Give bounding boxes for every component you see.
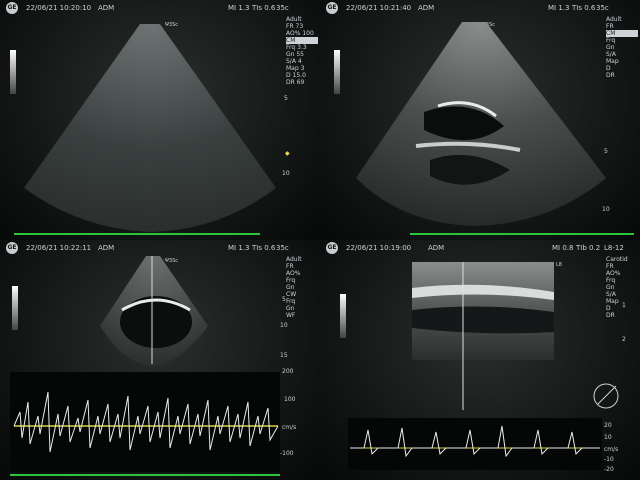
depth-label: 5 xyxy=(604,148,608,155)
heart-chamber xyxy=(120,296,192,348)
ultrasound-sector xyxy=(24,24,276,232)
status-line xyxy=(10,474,280,476)
status-line xyxy=(410,233,634,235)
depth-label: 5 xyxy=(284,95,288,102)
doppler-scale-label: -10 xyxy=(604,456,614,463)
focus-marker: ◆ xyxy=(285,150,290,157)
doppler-scale-label: -20 xyxy=(604,466,614,473)
ultrasound-sector xyxy=(356,22,606,226)
panel-apical-view: GE 22/06/21 10:20:10 ADM MI 1.3 TIs 0.6 … xyxy=(0,0,320,240)
doppler-scale-label: cm/s xyxy=(282,424,297,431)
depth-label: 1 xyxy=(622,302,626,309)
doppler-trace xyxy=(348,418,602,470)
doppler-scale-label: -100 xyxy=(280,450,294,457)
panel-long-axis-view: GE 22/06/21 10:21:40 ADM MI 1.3 TIs 0.6 … xyxy=(320,0,640,240)
depth-label: 10 xyxy=(602,206,610,213)
depth-label: 10 xyxy=(282,170,290,177)
doppler-scale-label: cm/s xyxy=(604,446,619,453)
status-line xyxy=(14,233,260,235)
orientation-marker-line xyxy=(597,385,617,405)
doppler-trace xyxy=(10,372,280,472)
depth-label: 10 xyxy=(280,322,288,329)
doppler-scale-label: 10 xyxy=(604,434,612,441)
depth-label: 2 xyxy=(622,336,626,343)
panel-cw-doppler: GE 22/06/21 10:22:11 ADM MI 1.3 TIs 0.6 … xyxy=(0,240,320,480)
echo-fan xyxy=(24,24,276,232)
vessel-lumen xyxy=(412,306,554,334)
panel-vascular-doppler: GE 22/06/21 10:19:00 ADM MI 0.8 TIb 0.2 … xyxy=(320,240,640,480)
doppler-scale-label: 200 xyxy=(282,368,294,375)
ultrasound-collage: GE 22/06/21 10:20:10 ADM MI 1.3 TIs 0.6 … xyxy=(0,0,640,480)
depth-label: 15 xyxy=(280,352,288,359)
depth-label: 5 xyxy=(282,296,286,303)
doppler-scale-label: 20 xyxy=(604,422,612,429)
doppler-scale-label: 100 xyxy=(284,396,296,403)
